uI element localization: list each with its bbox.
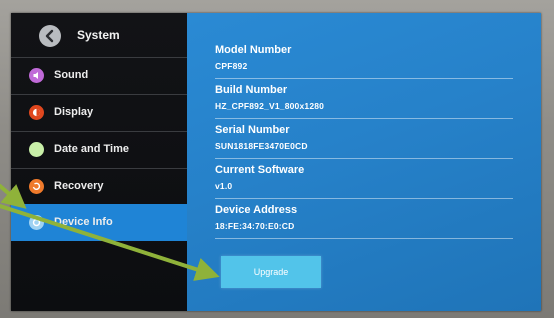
- arrow-to-device-info-icon: [0, 184, 27, 209]
- arrow-to-upgrade-button: [0, 204, 220, 281]
- annotation-arrows: [0, 184, 220, 281]
